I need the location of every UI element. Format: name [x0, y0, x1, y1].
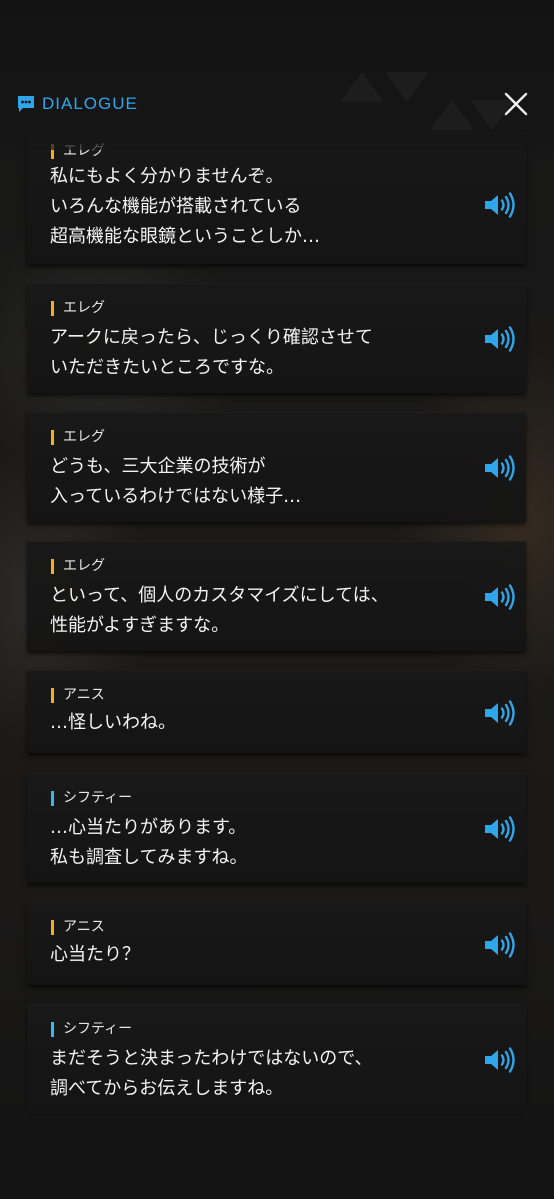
- speaker-color-bar: [51, 919, 54, 935]
- speaker-volume-icon[interactable]: [483, 931, 517, 959]
- speaker-color-bar: [51, 790, 54, 806]
- speaker-label: アニス: [51, 917, 105, 937]
- speaker-name: シフティー: [63, 1021, 133, 1037]
- speaker-label: シフティー: [51, 1019, 132, 1039]
- dialogue-line: まだそうと決まったわけではないので、: [50, 1048, 373, 1069]
- dialogue-line: 性能がよすぎますな。: [50, 615, 230, 636]
- dialogue-entry: アニス心当たり？: [27, 902, 526, 985]
- speaker-name: エレグ: [63, 300, 105, 316]
- dialogue-line: 私にもよく分かりませんぞ。: [50, 166, 284, 187]
- speaker-volume-icon[interactable]: [483, 325, 517, 353]
- speaker-name: エレグ: [63, 558, 105, 574]
- dialogue-line: …怪しいわね。: [50, 712, 176, 733]
- dialogue-line: どうも、三大企業の技術が: [50, 456, 266, 477]
- dialogue-line: 超高機能な眼鏡ということしか…: [50, 226, 320, 247]
- dialogue-entry: エレグ 私にもよく分かりませんぞ。 いろんな機能が搭載されている 超高機能な眼鏡という…: [27, 132, 526, 264]
- speaker-name: シフティー: [63, 790, 133, 806]
- speaker-color-bar: [51, 687, 54, 703]
- speaker-volume-icon[interactable]: [483, 1046, 517, 1074]
- speaker-volume-icon[interactable]: [483, 699, 517, 727]
- close-icon[interactable]: [500, 88, 532, 120]
- speaker-volume-icon[interactable]: [483, 815, 517, 843]
- dialogue-line: アークに戻ったら、じっくり確認させて: [50, 327, 373, 348]
- speaker-volume-icon[interactable]: [483, 583, 517, 611]
- speaker-color-bar: [51, 558, 54, 574]
- speaker-label: エレグ: [51, 298, 105, 318]
- dialogue-line: …心当たりがあります。: [50, 817, 247, 838]
- dialogue-entry: エレグアークに戻ったら、じっくり確認させて いただきたいところですな。: [27, 283, 526, 393]
- dialogue-line: いろんな機能が搭載されている: [50, 196, 302, 217]
- speaker-label: エレグ: [51, 556, 105, 576]
- dialogue-header: DIALOGUE: [0, 80, 554, 128]
- speaker-color-bar: [51, 429, 54, 445]
- header-title: DIALOGUE: [42, 94, 138, 113]
- chat-bubble-icon: [18, 96, 34, 112]
- speaker-color-bar: [51, 300, 54, 316]
- dialogue-line: といって、個人のカスタマイズにしては、: [50, 585, 389, 606]
- dialogue-entry: アニス …怪しいわね。: [27, 670, 526, 753]
- dialogue-line: 調べてからお伝えしますね。: [50, 1078, 284, 1099]
- speaker-color-bar: [51, 1021, 54, 1037]
- dialogue-entry: エレグどうも、三大企業の技術が入っているわけではない様子…: [27, 412, 526, 522]
- dialogue-entry: シフティーまだそうと決まったわけではないので、 調べてからお伝えしますね。: [27, 1004, 526, 1114]
- speaker-name: エレグ: [63, 429, 105, 445]
- dialogue-line: 私も調査してみますね。: [50, 847, 248, 868]
- dialogue-screen: エレグ 私にもよく分かりませんぞ。 いろんな機能が搭載されている 超高機能な眼鏡という…: [0, 0, 554, 1199]
- speaker-name: アニス: [63, 919, 105, 935]
- dialogue-line: 心当たり？: [50, 944, 140, 965]
- speaker-label: シフティー: [51, 788, 132, 808]
- dialogue-entry: シフティー …心当たりがあります。 私も調査してみますね。: [27, 773, 526, 883]
- dialogue-list[interactable]: エレグ 私にもよく分かりませんぞ。 いろんな機能が搭載されている 超高機能な眼鏡という…: [0, 0, 554, 1199]
- dialogue-entry: エレグといって、個人のカスタマイズにしては、 性能がよすぎますな。: [27, 541, 526, 651]
- dialogue-line: 入っているわけではない様子…: [50, 486, 302, 507]
- speaker-volume-icon[interactable]: [483, 454, 517, 482]
- bottom-backdrop: [0, 1105, 554, 1199]
- speaker-volume-icon[interactable]: [483, 191, 517, 219]
- dialogue-line: いただきたいところですな。: [50, 357, 284, 378]
- speaker-label: エレグ: [51, 427, 105, 447]
- speaker-name: アニス: [63, 687, 105, 703]
- speaker-label: アニス: [51, 685, 105, 705]
